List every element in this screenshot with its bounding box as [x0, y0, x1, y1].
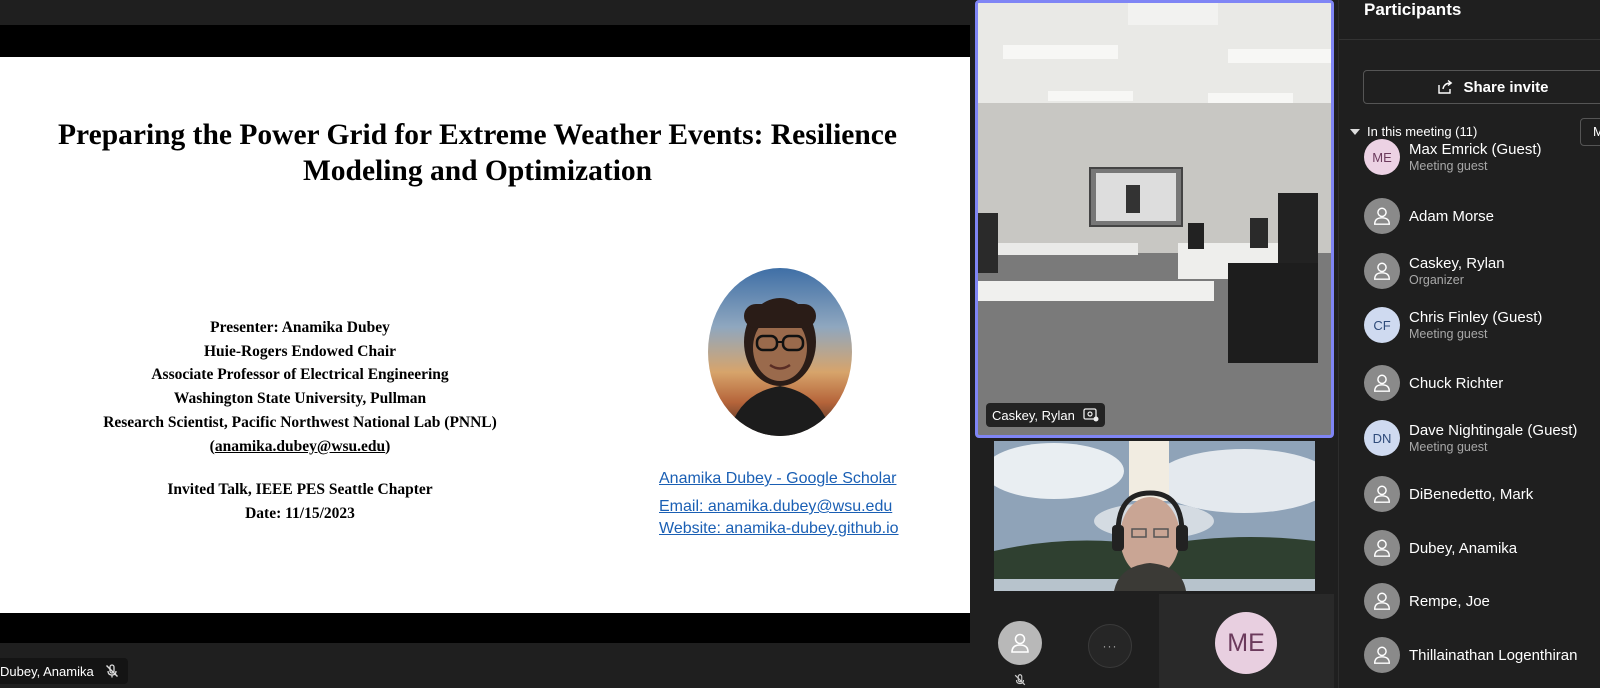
mic-off-icon: [105, 664, 118, 678]
talk-line: Invited Talk, IEEE PES Seattle Chapter: [167, 481, 433, 498]
participant-row[interactable]: Thillainathan Logenthiran: [1364, 635, 1600, 675]
participant-row[interactable]: DN Dave Nightingale (Guest) Meeting guest: [1364, 418, 1600, 458]
participant-text: Max Emrick (Guest) Meeting guest: [1409, 141, 1542, 173]
participant-avatar[interactable]: [998, 621, 1042, 665]
person-icon: [1373, 592, 1391, 610]
room-video-tile[interactable]: Caskey, Rylan: [975, 0, 1334, 438]
room-device-icon: [1083, 408, 1099, 422]
participant-name: Max Emrick (Guest): [1409, 141, 1542, 158]
share-icon: [1438, 79, 1453, 94]
presenter-email-line: (anamika.dubey@wsu.edu): [20, 435, 580, 459]
presenter-line: Huie-Rogers Endowed Chair: [203, 342, 397, 360]
paren: ): [385, 437, 391, 455]
self-avatar: ME: [1215, 612, 1277, 674]
participant-row[interactable]: Dubey, Anamika: [1364, 528, 1600, 568]
person-icon: [1373, 539, 1391, 557]
participant-avatar: [1364, 530, 1400, 566]
slide-title-line: Modeling and Optimization: [302, 155, 653, 187]
share-invite-label: Share invite: [1463, 78, 1549, 96]
participant-text: Thillainathan Logenthiran: [1409, 647, 1577, 664]
participant-name: Adam Morse: [1409, 207, 1495, 225]
participant-name: Dubey, Anamika: [1409, 539, 1518, 557]
chevron-down-icon: [1350, 128, 1360, 135]
slide-title: Preparing the Power Grid for Extreme Wea…: [0, 117, 955, 189]
presenter-email-link[interactable]: anamika.dubey@wsu.edu: [215, 438, 385, 455]
participant-avatar: ME: [1364, 139, 1400, 175]
person-icon: [1373, 646, 1391, 664]
participant-avatar: [1364, 583, 1400, 619]
participant-avatar: [1364, 253, 1400, 289]
slide-title-line: Preparing the Power Grid for Extreme Wea…: [58, 119, 897, 151]
person-icon: [1373, 485, 1391, 503]
participant-name: Rempe, Joe: [1409, 592, 1490, 610]
participant-row[interactable]: Adam Morse: [1364, 196, 1600, 236]
presentation-slide: Preparing the Power Grid for Extreme Wea…: [0, 57, 970, 613]
google-scholar-link[interactable]: Anamika Dubey - Google Scholar: [659, 468, 899, 490]
slide-website-link[interactable]: Website: anamika-dubey.github.io: [659, 518, 899, 540]
participant-row[interactable]: Caskey, Rylan Organizer: [1364, 251, 1600, 291]
participant-name: Chris Finley (Guest): [1409, 309, 1543, 326]
person-icon: [1373, 207, 1391, 225]
participant-video-frame: [994, 441, 1315, 591]
participant-text: Adam Morse: [1409, 208, 1494, 225]
participant-text: Dave Nightingale (Guest) Meeting guest: [1409, 422, 1577, 454]
room-name-tag: Caskey, Rylan: [986, 403, 1105, 427]
presenter-info: Presenter: Anamika Dubey Huie-Rogers End…: [20, 316, 580, 458]
participant-role: Meeting guest: [1409, 440, 1488, 454]
participant-text: Caskey, Rylan Organizer: [1409, 255, 1505, 287]
participant-video-tile[interactable]: [994, 441, 1315, 591]
participant-name: Chuck Richter: [1409, 374, 1504, 392]
mic-off-icon: [1014, 674, 1026, 686]
person-icon: [1373, 262, 1391, 280]
presenter-line: Research Scientist, Pacific Northwest Na…: [103, 413, 497, 431]
slide-email-link[interactable]: Email: anamika.dubey@wsu.edu: [659, 496, 899, 518]
participant-text: Dubey, Anamika: [1409, 540, 1517, 557]
share-invite-button[interactable]: Share invite: [1363, 70, 1600, 104]
participants-panel: Participants Share invite In this meetin…: [1338, 0, 1600, 688]
participant-role: Meeting guest: [1409, 159, 1488, 173]
participant-avatar: [1364, 637, 1400, 673]
presenter-line: Washington State University, Pullman: [173, 390, 427, 408]
person-icon: [1373, 374, 1391, 392]
presenter-line: Presenter: Anamika Dubey: [210, 319, 390, 336]
divider: [1339, 39, 1600, 40]
presenter-name-tag: Dubey, Anamika: [0, 658, 128, 684]
participant-row[interactable]: Chuck Richter: [1364, 363, 1600, 403]
self-video-tile[interactable]: ME: [1159, 594, 1334, 688]
participant-row[interactable]: ME Max Emrick (Guest) Meeting guest: [1364, 137, 1600, 177]
participant-role: Organizer: [1409, 273, 1464, 287]
participant-row[interactable]: CF Chris Finley (Guest) Meeting guest: [1364, 305, 1600, 345]
participant-strip: ··· ME: [975, 594, 1334, 688]
participant-name: Caskey, Rylan: [1409, 255, 1505, 272]
presenter-line: Associate Professor of Electrical Engine…: [151, 366, 449, 384]
panel-title: Participants: [1364, 0, 1462, 19]
talk-info: Invited Talk, IEEE PES Seattle Chapter D…: [20, 478, 580, 525]
participant-avatar: [1364, 365, 1400, 401]
room-video-frame: [978, 3, 1331, 435]
participant-avatar: CF: [1364, 307, 1400, 343]
participant-name: DiBenedetto, Mark: [1409, 485, 1534, 503]
participant-text: Chris Finley (Guest) Meeting guest: [1409, 309, 1542, 341]
slide-links: Anamika Dubey - Google Scholar Email: an…: [659, 468, 899, 540]
participant-role: Meeting guest: [1409, 327, 1488, 341]
presenter-name: Dubey, Anamika: [0, 663, 94, 679]
participant-avatar: [1364, 198, 1400, 234]
participant-text: Rempe, Joe: [1409, 593, 1490, 610]
participant-name: Dave Nightingale (Guest): [1409, 422, 1578, 439]
date-line: Date: 11/15/2023: [245, 504, 355, 522]
room-name: Caskey, Rylan: [992, 407, 1075, 423]
participant-row[interactable]: Rempe, Joe: [1364, 581, 1600, 621]
person-icon: [1011, 633, 1029, 653]
shared-screen-stage: Preparing the Power Grid for Extreme Wea…: [0, 0, 970, 688]
participant-name: Thillainathan Logenthiran: [1409, 646, 1578, 664]
participant-text: Chuck Richter: [1409, 375, 1503, 392]
participant-text: DiBenedetto, Mark: [1409, 486, 1533, 503]
participant-avatar: [1364, 476, 1400, 512]
participant-row[interactable]: DiBenedetto, Mark: [1364, 474, 1600, 514]
presenter-photo: [708, 268, 852, 436]
participant-avatar: DN: [1364, 420, 1400, 456]
more-participants-button[interactable]: ···: [1088, 624, 1132, 668]
